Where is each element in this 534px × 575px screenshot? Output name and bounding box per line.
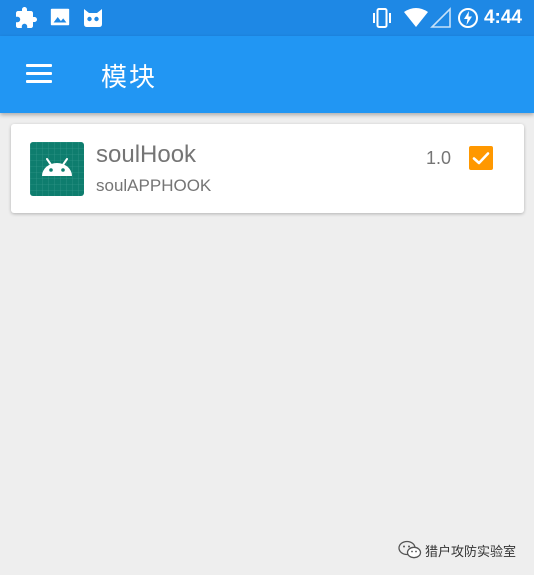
wifi-icon xyxy=(404,8,428,27)
wechat-icon xyxy=(398,540,422,559)
status-bar: 4:44 xyxy=(0,0,534,36)
module-name: soulHook xyxy=(96,141,197,168)
app-bar: 模块 xyxy=(0,36,534,113)
module-list-item[interactable]: soulHook soulAPPHOOK 1.0 xyxy=(11,124,524,213)
android-icon xyxy=(30,142,84,196)
page-title: 模块 xyxy=(101,63,158,93)
module-enable-checkbox[interactable] xyxy=(469,146,493,170)
battery-charging-icon xyxy=(458,8,478,28)
checkmark-icon xyxy=(472,152,490,165)
clock: 4:44 xyxy=(483,7,522,28)
watermark-text: 猎户攻防实验室 xyxy=(425,545,517,560)
image-icon xyxy=(50,8,70,26)
cellular-signal-icon xyxy=(430,7,451,28)
cat-face-icon xyxy=(84,9,102,27)
puzzle-icon xyxy=(16,7,37,28)
vibrate-icon xyxy=(373,8,391,28)
module-description: soulAPPHOOK xyxy=(96,176,212,195)
hamburger-menu-icon[interactable] xyxy=(26,64,54,84)
module-version: 1.0 xyxy=(426,148,452,168)
